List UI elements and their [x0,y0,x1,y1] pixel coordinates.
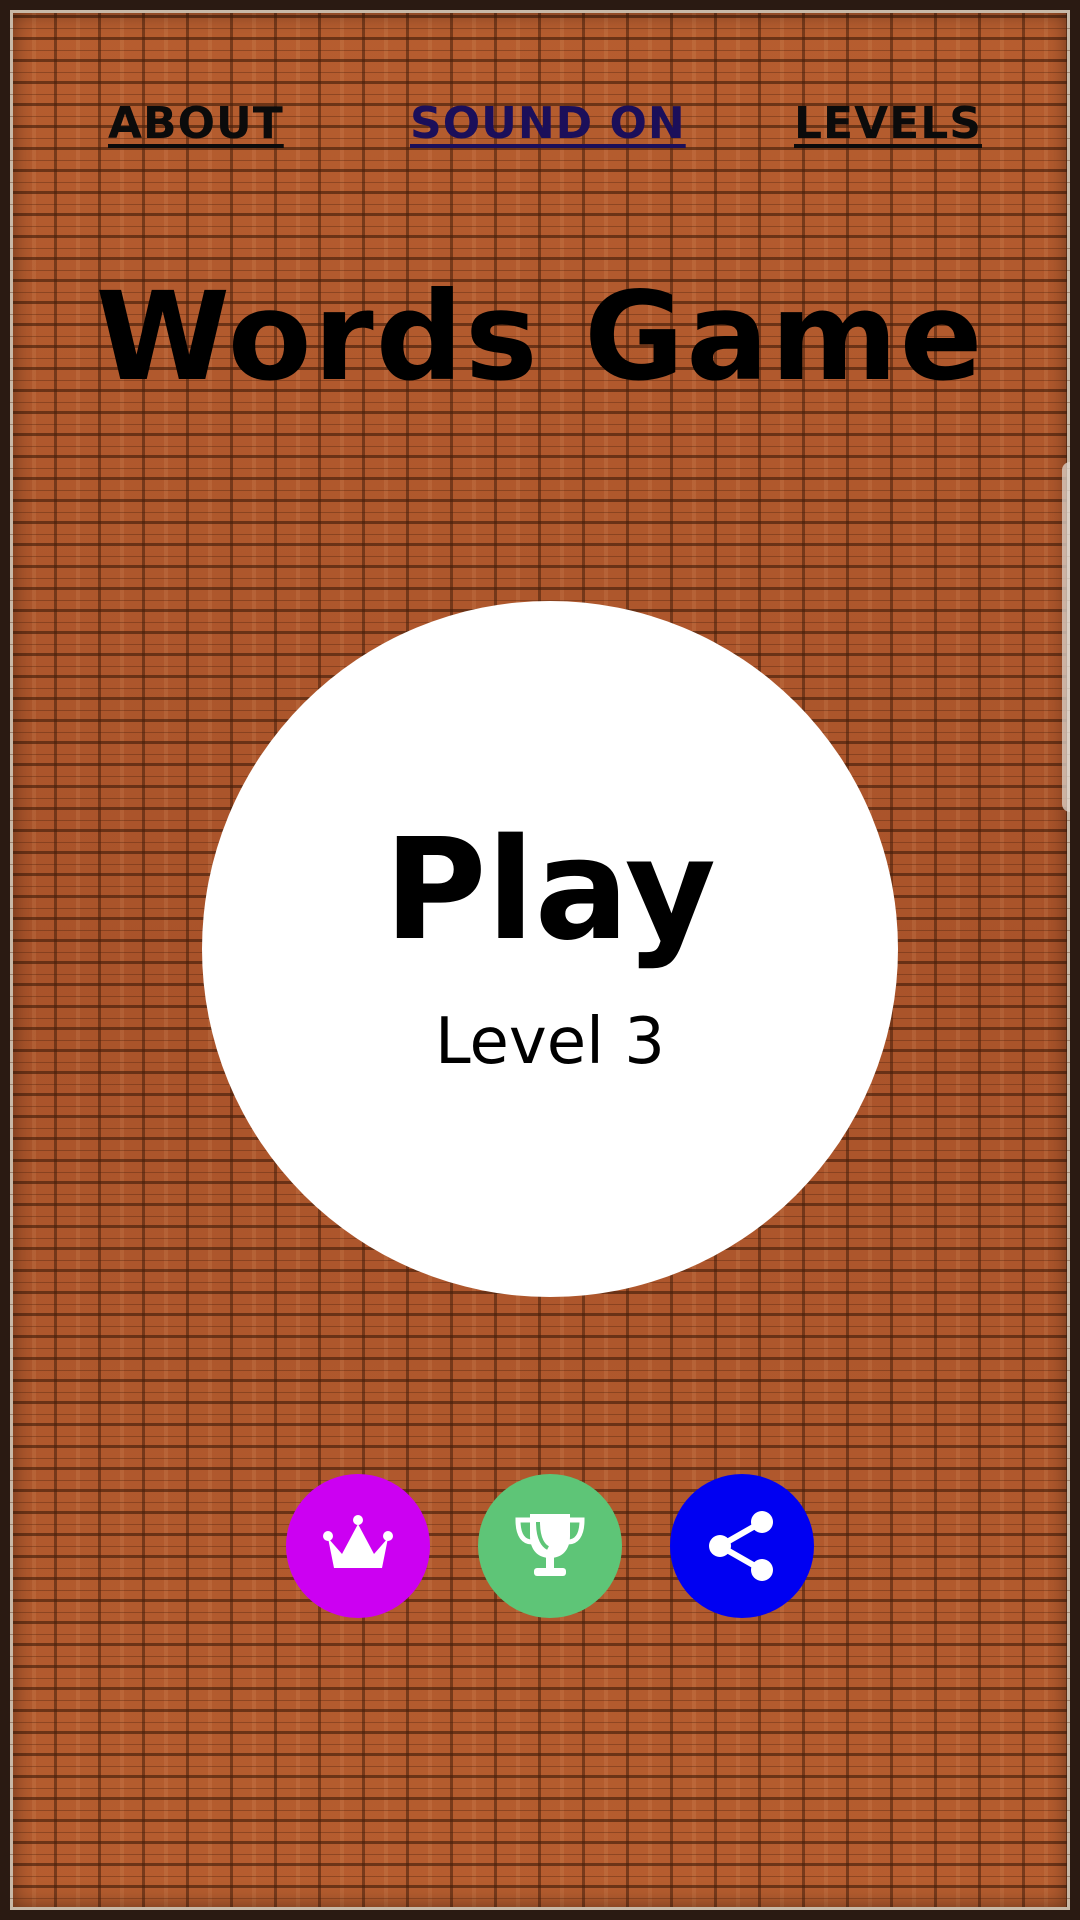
crown-icon [318,1506,398,1586]
levels-link[interactable]: LEVELS [794,98,982,149]
side-panel-handle[interactable] [1062,462,1070,812]
sound-toggle-link[interactable]: SOUND ON [410,98,686,149]
about-link[interactable]: ABOUT [108,98,284,149]
top-nav: ABOUT SOUND ON LEVELS [10,98,1070,158]
play-button[interactable]: Play Level 3 [202,601,898,1297]
action-buttons [10,1474,1070,1618]
trophy-icon [510,1506,590,1586]
share-icon [702,1506,782,1586]
play-label: Play [383,809,717,972]
premium-button[interactable] [286,1474,430,1618]
current-level-label: Level 3 [435,1005,665,1079]
share-button[interactable] [670,1474,814,1618]
leaderboard-button[interactable] [478,1474,622,1618]
game-screen: ABOUT SOUND ON LEVELS Words Game Play Le… [0,0,1080,1920]
game-title: Words Game [95,266,985,408]
